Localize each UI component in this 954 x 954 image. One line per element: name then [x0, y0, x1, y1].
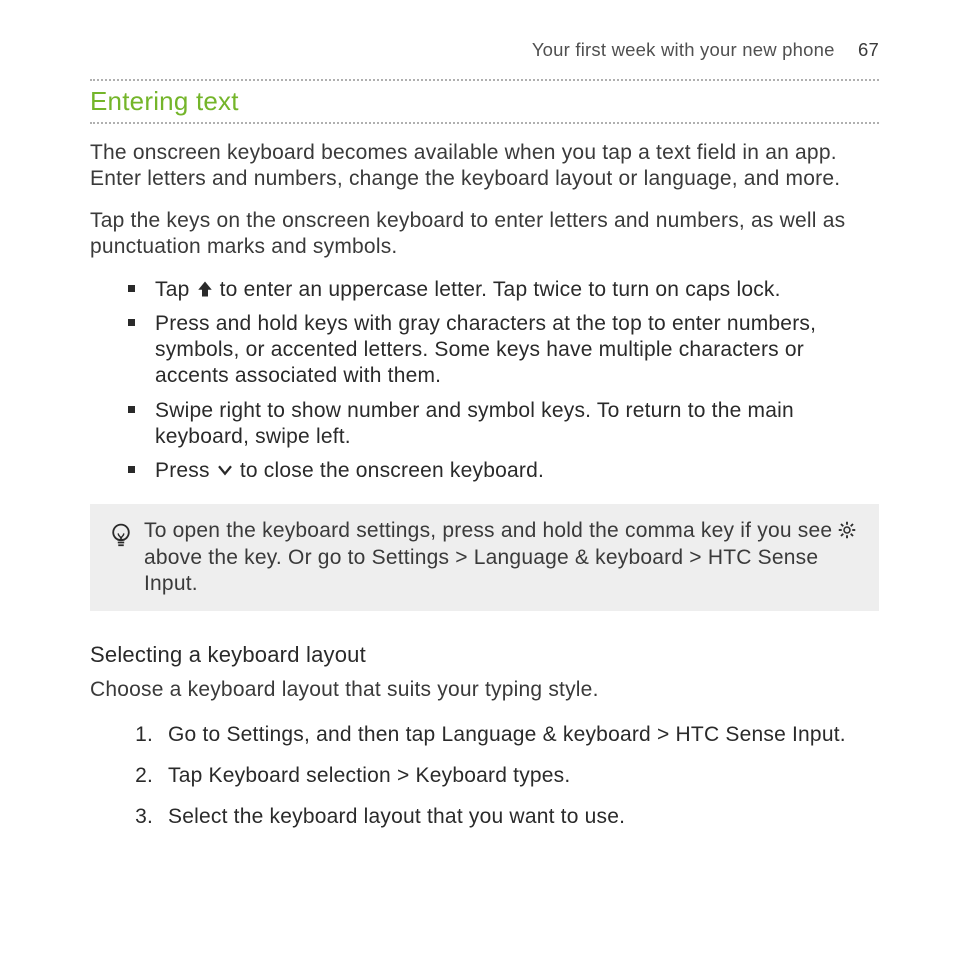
document-page: Your first week with your new phone 67 E… — [0, 0, 954, 889]
bullet-4-text-b: to close the onscreen keyboard. — [234, 459, 544, 482]
gear-icon — [838, 520, 856, 538]
step-1-e: . — [840, 723, 846, 746]
page-number: 67 — [840, 39, 879, 60]
ordered-steps: Go to Settings, and then tap Language & … — [90, 721, 879, 831]
step-1-c: > — [651, 723, 676, 746]
section-title: Entering text — [90, 85, 879, 118]
divider-top — [90, 79, 879, 81]
bullet-4-text-a: Press — [155, 459, 216, 482]
header-title: Your first week with your new phone — [532, 39, 835, 60]
tip-dot: . — [192, 572, 198, 595]
shift-arrow-icon — [196, 279, 214, 297]
subsection-title: Selecting a keyboard layout — [90, 641, 879, 669]
step-1-d: HTC Sense Input — [676, 723, 840, 746]
bullet-1-text-b: to enter an uppercase letter. Tap twice … — [214, 278, 781, 301]
divider-bottom — [90, 122, 879, 124]
intro-para-1: The onscreen keyboard becomes available … — [90, 140, 879, 193]
step-2-c: > — [391, 764, 416, 787]
page-header: Your first week with your new phone 67 — [90, 38, 879, 61]
step-1-b: Language & keyboard — [441, 723, 651, 746]
tip-gt1: > — [449, 546, 474, 569]
bullet-list: Tap to enter an uppercase letter. Tap tw… — [90, 277, 879, 485]
step-2-d: Keyboard types — [416, 764, 565, 787]
tip-box: To open the keyboard settings, press and… — [90, 504, 879, 611]
intro-para-2: Tap the keys on the onscreen keyboard to… — [90, 208, 879, 261]
step-1: Go to Settings, and then tap Language & … — [90, 721, 879, 748]
step-2-b: Keyboard selection — [209, 764, 391, 787]
chevron-down-icon — [216, 460, 234, 478]
bullet-2: Press and hold keys with gray characters… — [90, 311, 879, 390]
step-2-a: Tap — [168, 764, 209, 787]
bullet-1: Tap to enter an uppercase letter. Tap tw… — [90, 277, 879, 303]
step-2-e: . — [564, 764, 570, 787]
tip-text: To open the keyboard settings, press and… — [144, 518, 859, 597]
tip-gt2: > — [683, 546, 708, 569]
bullet-1-text-a: Tap — [155, 278, 196, 301]
step-2: Tap Keyboard selection > Keyboard types. — [90, 762, 879, 789]
tip-lang: Language & keyboard — [474, 546, 684, 569]
tip-text-a: To open the keyboard settings, press and… — [144, 519, 838, 542]
step-1-a: Go to Settings, and then tap — [168, 723, 441, 746]
bullet-3: Swipe right to show number and symbol ke… — [90, 398, 879, 451]
step-3: Select the keyboard layout that you want… — [90, 803, 879, 830]
tip-text-b: above the key. Or go to — [144, 546, 372, 569]
subsection-intro: Choose a keyboard layout that suits your… — [90, 677, 879, 703]
lightbulb-icon — [110, 518, 144, 597]
tip-settings: Settings — [372, 546, 450, 569]
bullet-4: Press to close the onscreen keyboard. — [90, 458, 879, 484]
